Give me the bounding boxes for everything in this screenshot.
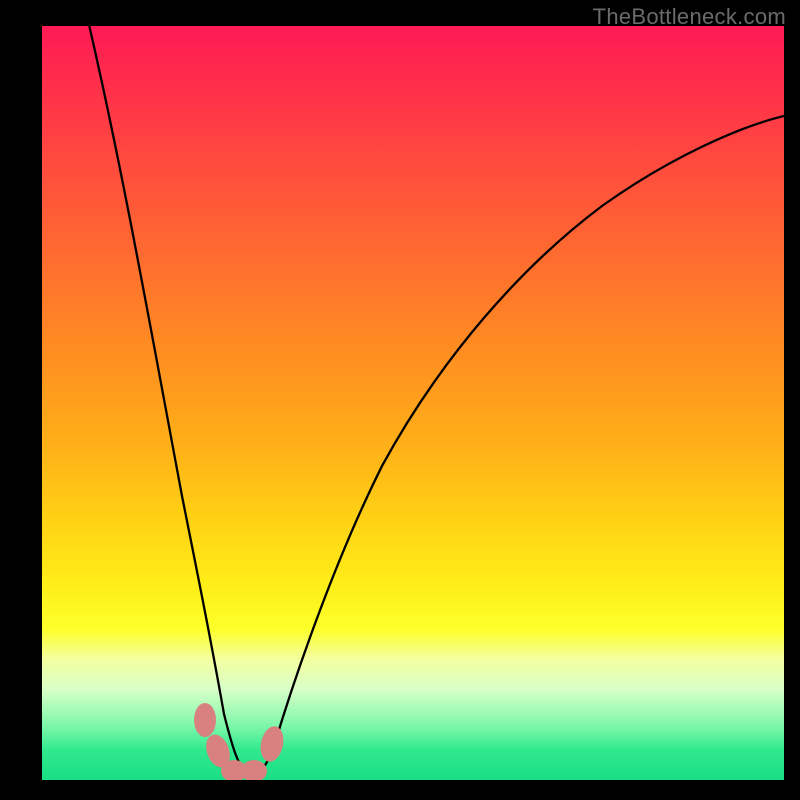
watermark-text: TheBottleneck.com <box>593 4 786 30</box>
marker-dot <box>257 724 286 764</box>
marker-dot <box>194 703 216 737</box>
plot-area <box>42 26 784 780</box>
bottleneck-curve-svg <box>42 26 784 780</box>
chart-frame: TheBottleneck.com <box>0 0 800 800</box>
bottleneck-curve <box>87 26 784 775</box>
marker-dot <box>241 760 267 780</box>
